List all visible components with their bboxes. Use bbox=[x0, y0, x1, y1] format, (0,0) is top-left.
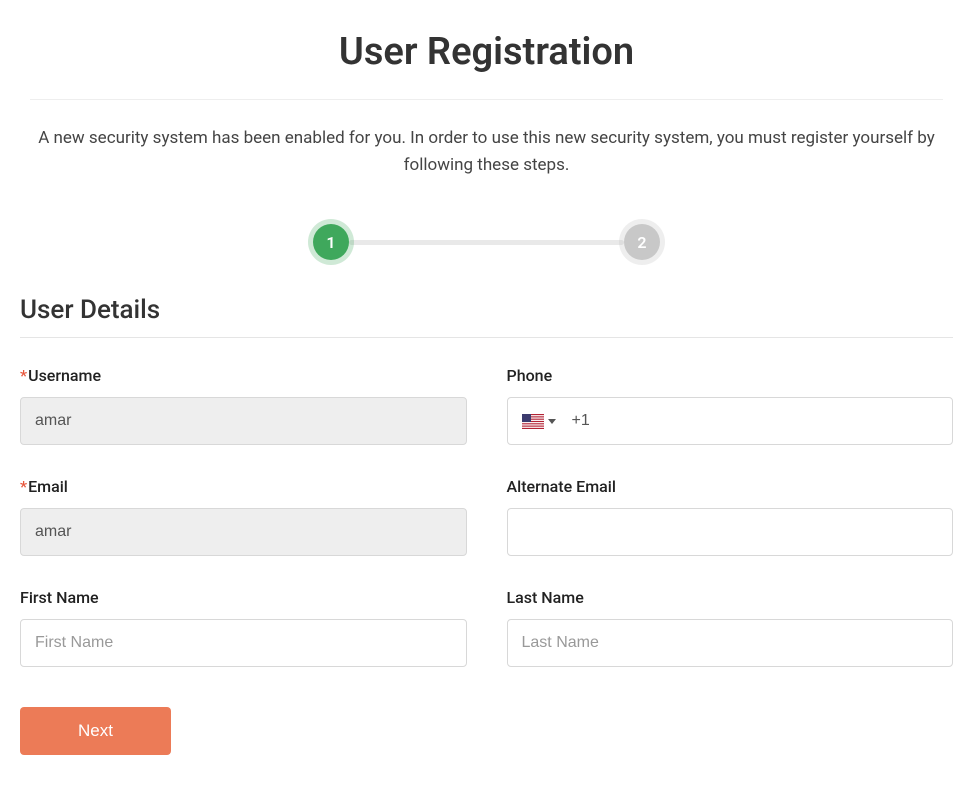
firstname-label: First Name bbox=[20, 588, 467, 607]
lastname-group: Last Name bbox=[507, 588, 954, 667]
firstname-input[interactable] bbox=[20, 619, 467, 667]
email-input[interactable] bbox=[20, 508, 467, 556]
country-code-dropdown[interactable] bbox=[516, 414, 562, 429]
form-grid: Username Phone bbox=[20, 366, 953, 667]
phone-group: Phone bbox=[507, 366, 954, 445]
username-group: Username bbox=[20, 366, 467, 445]
progress-stepper: 1 2 bbox=[20, 224, 953, 260]
altemail-group: Alternate Email bbox=[507, 477, 954, 556]
lastname-label: Last Name bbox=[507, 588, 954, 607]
altemail-label: Alternate Email bbox=[507, 477, 954, 496]
us-flag-icon bbox=[522, 414, 544, 429]
username-label: Username bbox=[20, 366, 467, 385]
step-2: 2 bbox=[624, 224, 660, 260]
phone-label: Phone bbox=[507, 366, 954, 385]
next-button[interactable]: Next bbox=[20, 707, 171, 755]
username-input[interactable] bbox=[20, 397, 467, 445]
step-1: 1 bbox=[313, 224, 349, 260]
page-subtitle: A new security system has been enabled f… bbox=[20, 125, 953, 179]
page-title: User Registration bbox=[20, 30, 953, 74]
firstname-group: First Name bbox=[20, 588, 467, 667]
phone-wrapper bbox=[507, 397, 954, 445]
email-group: Email bbox=[20, 477, 467, 556]
chevron-down-icon bbox=[548, 419, 556, 424]
email-label: Email bbox=[20, 477, 467, 496]
section-title: User Details bbox=[20, 295, 953, 325]
lastname-input[interactable] bbox=[507, 619, 954, 667]
phone-input[interactable] bbox=[562, 398, 945, 444]
altemail-input[interactable] bbox=[507, 508, 954, 556]
step-line bbox=[349, 240, 624, 245]
section-divider bbox=[20, 337, 953, 338]
title-divider bbox=[30, 99, 943, 100]
